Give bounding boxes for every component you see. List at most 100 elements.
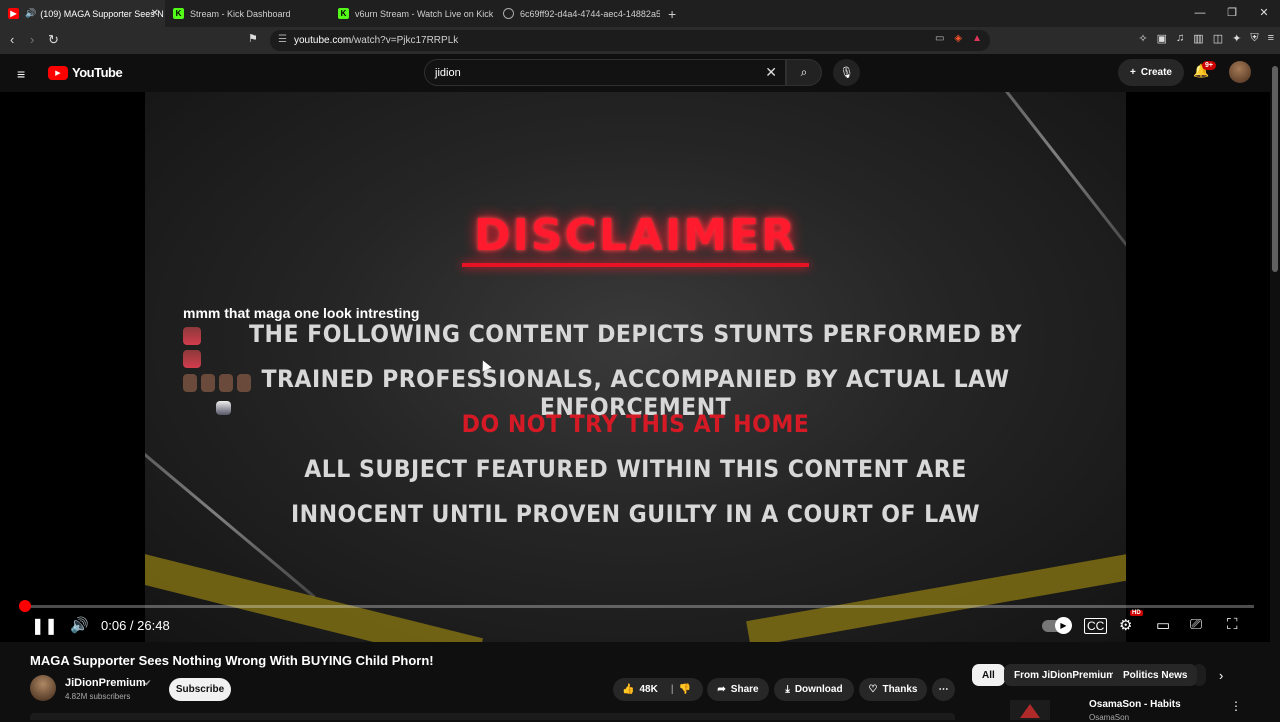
menu-icon[interactable]: ≡ [1268, 32, 1274, 45]
verified-icon: ✔ [144, 678, 152, 688]
seek-bar[interactable] [18, 600, 1254, 612]
restore-button[interactable]: ❐ [1216, 0, 1248, 27]
youtube-play-icon: ▶ [48, 65, 68, 80]
site-settings-icon[interactable]: ☰ [278, 34, 287, 45]
tab-kick-dashboard[interactable]: K Stream - Kick Dashboard [165, 0, 330, 27]
channel-name[interactable]: JiDionPremium [65, 677, 146, 689]
tab-title: v6urn Stream - Watch Live on Kick [355, 8, 494, 19]
extensions-icon[interactable]: ✧ [1138, 32, 1147, 45]
autoplay-toggle[interactable]: ▶ [1042, 617, 1072, 634]
fullscreen-button[interactable]: ⛶ [1227, 616, 1238, 633]
extensions-area: ✧ ▣ ♫ ▥ ◫ ✦ ⛨ ≡ [1138, 32, 1274, 45]
forward-button[interactable]: › [30, 32, 34, 47]
tab-title: (109) MAGA Supporter Sees N [40, 8, 164, 19]
search-input[interactable]: jidion ✕ [424, 59, 786, 86]
pause-button[interactable]: ❚❚ [31, 616, 58, 636]
autoplay-play-icon: ▶ [1055, 617, 1072, 634]
cast-icon[interactable]: ▭ [935, 33, 944, 44]
url-path: /watch?v=Pjkc17RRPLk [351, 35, 459, 46]
chevron-right-icon[interactable]: › [1219, 668, 1223, 683]
leo-ai-icon[interactable]: ✦ [1232, 32, 1241, 45]
recommendation-title[interactable]: OsamaSon - Habits [1089, 699, 1181, 710]
tab-youtube-video[interactable]: ▶ 🔊 (109) MAGA Supporter Sees N ✕ [0, 0, 165, 27]
window-close-button[interactable]: ✕ [1248, 0, 1280, 27]
guide-menu-icon[interactable]: ≡ [17, 66, 25, 82]
more-actions-button[interactable]: ⋯ [932, 678, 955, 701]
audio-icon[interactable]: 🔊 [25, 8, 36, 19]
url-field[interactable]: ☰ youtube.com/watch?v=Pjkc17RRPLk ▭ ◈ ▲ [270, 30, 990, 51]
tab-kick-stream[interactable]: K v6urn Stream - Watch Live on Kick [330, 0, 495, 27]
thanks-label: Thanks [882, 684, 918, 695]
kick-icon: K [338, 8, 349, 19]
back-button[interactable]: ‹ [10, 32, 14, 47]
emote-icon [216, 401, 231, 416]
thanks-button[interactable]: ♡ Thanks [859, 678, 927, 701]
video-player[interactable]: DISCLAIMER THE FOLLOWING CONTENT DEPICTS… [0, 92, 1270, 642]
settings-gear-icon[interactable]: ⚙ [1119, 616, 1132, 634]
wallet-icon[interactable]: ◫ [1213, 32, 1223, 45]
scrollbar-thumb[interactable] [1272, 66, 1278, 272]
more-vertical-icon[interactable]: ⋮ [1230, 699, 1242, 713]
voice-search-button[interactable]: 🎙 [833, 59, 860, 86]
share-icon: ➦ [717, 684, 726, 695]
disclaimer-underline [462, 263, 809, 267]
notification-badge: 9+ [1202, 61, 1216, 70]
share-button[interactable]: ➦ Share [707, 678, 769, 701]
search-value: jidion [435, 66, 461, 79]
chip-from-channel[interactable]: From JiDionPremium [1004, 664, 1126, 686]
clear-search-icon[interactable]: ✕ [765, 64, 777, 81]
chat-emote [183, 374, 251, 393]
like-count[interactable]: 48K [639, 684, 657, 695]
brave-rewards-icon[interactable]: ▲ [972, 33, 982, 44]
chip-politics-news[interactable]: Politics News [1113, 664, 1198, 686]
chat-message: numberOneRafGlazer [0, 325, 480, 347]
search-icon: ⌕ [800, 65, 808, 79]
subscribe-button[interactable]: Subscribe [169, 678, 231, 701]
create-button[interactable]: + Create [1118, 59, 1184, 86]
subtitles-button[interactable]: CC [1084, 618, 1108, 634]
chip-all[interactable]: All [972, 664, 1005, 686]
chat-text: mmm that maga one look intresting [183, 305, 420, 321]
theater-mode-button[interactable]: ▭ [1156, 616, 1170, 634]
screenshot-icon[interactable]: ▣ [1157, 32, 1167, 45]
url-host: youtube.com [294, 35, 352, 46]
brave-shields-icon[interactable]: ◈ [954, 33, 962, 44]
time-display: 0:06 / 26:48 [101, 618, 170, 633]
address-bar-row: ‹ › ↻ ⚑ ☰ youtube.com/watch?v=Pjkc17RRPL… [0, 27, 1280, 54]
close-icon[interactable]: ✕ [151, 8, 159, 19]
like-icon[interactable]: 👍 [622, 684, 634, 695]
recommendation-thumbnail[interactable] [1010, 700, 1050, 720]
logo-text: YouTube [72, 65, 123, 80]
cast-button[interactable]: ⎚ [1190, 616, 1202, 633]
minimize-button[interactable]: — [1184, 0, 1216, 27]
page-scrollbar[interactable] [1270, 54, 1280, 720]
emote-icon [236, 374, 251, 393]
kick-icon: K [173, 8, 184, 19]
video-title: MAGA Supporter Sees Nothing Wrong With B… [30, 653, 434, 668]
download-button[interactable]: ⤓ Download [774, 678, 854, 701]
bookmark-icon[interactable]: ⚑ [248, 32, 258, 45]
volume-icon[interactable]: 🔊 [70, 616, 89, 634]
chat-message: imatingus [0, 372, 480, 394]
plus-icon: + [1130, 67, 1136, 78]
chip-overflow[interactable] [1192, 664, 1206, 686]
window-controls: — ❐ ✕ [1184, 0, 1280, 27]
account-avatar[interactable] [1229, 61, 1251, 83]
music-icon[interactable]: ♫ [1176, 32, 1184, 45]
search-button[interactable]: ⌕ [786, 59, 822, 86]
tab-title: Stream - Kick Dashboard [190, 8, 291, 19]
chat-emote [216, 399, 231, 416]
mic-icon: 🎙 [839, 67, 854, 79]
more-icon: ⋯ [938, 684, 949, 695]
description-box-edge [30, 713, 955, 720]
new-tab-button[interactable]: + [668, 6, 676, 22]
tab-uuid-page[interactable]: 6c69ff92-d4a4-4744-aec4-14882a56 [495, 0, 660, 27]
sidebar-icon[interactable]: ▥ [1193, 32, 1203, 45]
reload-button[interactable]: ↻ [48, 32, 59, 48]
dislike-icon[interactable]: 👎 [679, 684, 691, 695]
chat-emote [183, 327, 201, 346]
chat-message: numberOneRafGlazer [0, 348, 480, 370]
youtube-logo[interactable]: ▶ YouTube [48, 65, 123, 80]
channel-avatar[interactable] [30, 675, 56, 701]
vpn-icon[interactable]: ⛨ [1250, 32, 1258, 45]
